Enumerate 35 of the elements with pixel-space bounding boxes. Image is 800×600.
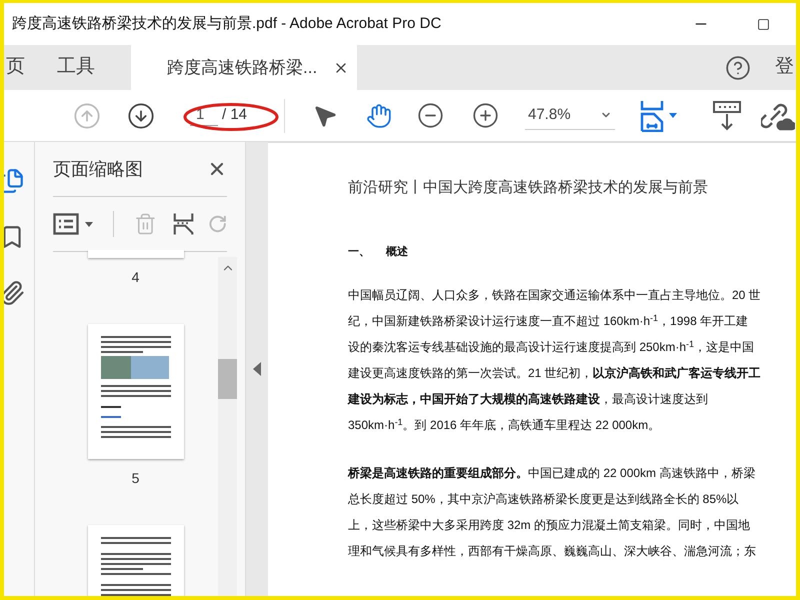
maximize-icon[interactable]: [757, 18, 770, 30]
hand-icon: [366, 102, 392, 128]
nav-tab[interactable]: 页: [4, 45, 41, 90]
zoom-in-icon[interactable]: [472, 102, 499, 129]
zoom-out-icon[interactable]: [417, 102, 444, 129]
fit-page-icon: [639, 100, 665, 132]
document-tab[interactable]: 跨度高速铁路桥梁...: [131, 45, 358, 90]
caret-icon: [85, 222, 93, 226]
page-thumbnail[interactable]: [88, 250, 184, 258]
document-title: 前沿研究丨中国大跨度高速铁路桥梁技术的发展与前景: [348, 178, 709, 198]
read-mode-icon[interactable]: [713, 100, 741, 130]
page-number-label: 5: [132, 469, 140, 488]
insert-page-icon[interactable]: [172, 211, 194, 237]
body-paragraph: 桥梁是高速铁路的重要组成部分。中国已建成的 22 000km 高速铁路中，桥梁 总长度超过 50%，其中京沪高速铁路桥梁长度更是达到线路全长的 85%以 上，这些桥梁中大多采用跨度 32m 的预应力混凝土简支箱梁。同时，中国地 理和气候具有多样性，西部有干燥高原、巍巍高山、深大峡谷、湍急河流；东: [348, 465, 756, 560]
help-icon[interactable]: [725, 54, 751, 80]
options-button[interactable]: [53, 213, 93, 235]
window-title: 跨度高速铁路桥梁技术的发展与前景.pdf - Adobe Acrobat Pro DC: [11, 14, 442, 34]
page-thumbnail[interactable]: [88, 324, 184, 459]
body-paragraph: 中国幅员辽阔、人口众多，铁路在国家交通运输体系中一直占主导地位。20 世 纪，中国新建铁路桥梁设计运行速度一直不超过 160km·h$^{-1}$，1998 年开工建 设的秦沈客运专线基础设施的最高设计运行速度提高到 250km·h$^{-1}$，这是中国 建设更高速度铁路的第一次尝试。21 世纪初，以京沪高铁和武广客运专线开工 建设为标志，中国开始了大规模的高速铁路建设，最高设计速度达到 350km·h$^{-1}$。到 2016 年年底，高铁通车里程达 22 000km。: [348, 287, 761, 434]
sign-in-link[interactable]: 登: [775, 53, 794, 82]
fit-page-button[interactable]: [639, 100, 677, 132]
collapse-arrow-icon[interactable]: [253, 362, 261, 376]
zoom-select[interactable]: 47.8%: [525, 102, 615, 130]
list-icon: [53, 213, 79, 235]
attachments-icon[interactable]: [4, 280, 25, 306]
scrollbar-thumb[interactable]: [218, 359, 237, 399]
page-count: / 14: [222, 105, 248, 126]
scrollbar[interactable]: [218, 257, 237, 596]
section-number: 一、: [348, 244, 370, 260]
caret-icon: [669, 113, 677, 118]
section-heading: 概述: [386, 244, 408, 260]
thumbnails-icon[interactable]: [4, 168, 25, 194]
panel-title: 页面缩略图: [53, 158, 143, 180]
page-number-label: 4: [132, 268, 140, 287]
nav-tab[interactable]: 工具: [41, 45, 111, 90]
